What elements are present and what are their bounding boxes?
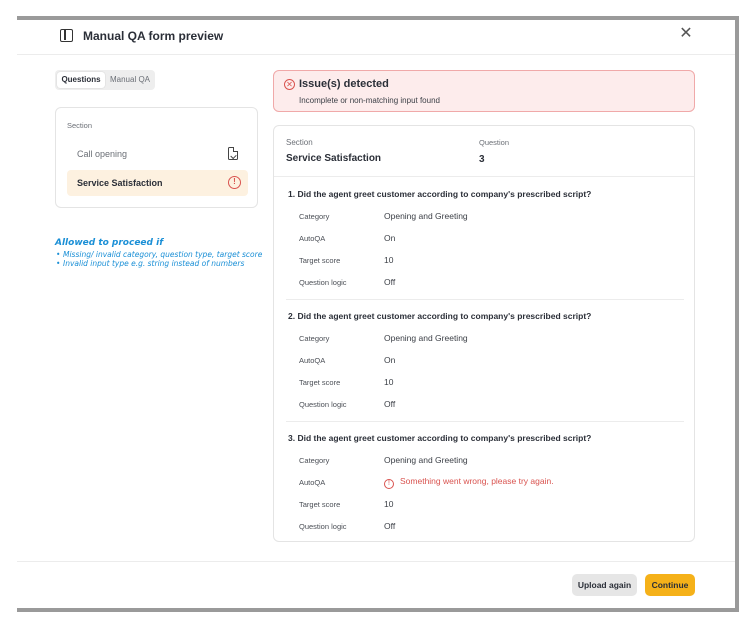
footer-divider <box>17 561 735 562</box>
sidebar-toggle-icon[interactable] <box>60 29 73 42</box>
field-value-autoqa: On <box>384 355 396 365</box>
section-item-service-satisfaction[interactable]: Service Satisfaction ! <box>67 170 248 196</box>
section-list: Section Call opening Service Satisfactio… <box>55 107 258 208</box>
field-label-question-logic: Question logic <box>299 522 347 531</box>
question-divider <box>286 299 684 300</box>
header-divider <box>17 54 735 55</box>
field-label-autoqa: AutoQA <box>299 478 326 487</box>
field-label-category: Category <box>299 456 330 465</box>
question-title: 1. Did the agent greet customer accordin… <box>288 189 592 199</box>
summary-question-label: Question <box>479 138 510 147</box>
error-icon: ! <box>384 479 394 489</box>
section-item-call-opening[interactable]: Call opening <box>67 141 248 167</box>
annotation-note: Allowed to proceed if Missing/ invalid c… <box>55 238 265 268</box>
alert-title: Issue(s) detected <box>299 78 389 90</box>
section-list-label: Section <box>67 121 93 130</box>
field-value-target-score: 10 <box>384 255 394 265</box>
field-value-autoqa: On <box>384 233 396 243</box>
field-value-question-logic: Off <box>384 399 396 409</box>
summary-section-label: Section <box>286 138 313 147</box>
qa-preview-modal: Manual QA form preview ✕ Questions Manua… <box>17 20 735 608</box>
continue-button[interactable]: Continue <box>645 574 695 596</box>
field-value-question-logic: Off <box>384 277 396 287</box>
summary-divider <box>274 176 694 177</box>
tab-manual-qa[interactable]: Manual QA <box>107 72 153 88</box>
upload-again-button[interactable]: Upload again <box>572 574 637 596</box>
field-value-category: Opening and Greeting <box>384 333 468 343</box>
field-label-autoqa: AutoQA <box>299 234 326 243</box>
field-value-autoqa-error: ! Something went wrong, please try again. <box>384 476 554 489</box>
issue-alert: ✕ Issue(s) detected Incomplete or non-ma… <box>273 70 695 112</box>
field-label-category: Category <box>299 212 330 221</box>
field-label-category: Category <box>299 334 330 343</box>
section-item-label: Call opening <box>77 149 128 159</box>
question-title: 3. Did the agent greet customer accordin… <box>288 433 592 443</box>
field-label-target-score: Target score <box>299 378 341 387</box>
tab-questions[interactable]: Questions <box>57 72 105 88</box>
alert-message: Incomplete or non-matching input found <box>299 96 440 105</box>
modal-title: Manual QA form preview <box>83 29 224 43</box>
field-label-target-score: Target score <box>299 256 341 265</box>
question-title: 2. Did the agent greet customer accordin… <box>288 311 592 321</box>
annotation-heading: Allowed to proceed if <box>55 238 164 248</box>
section-item-label: Service Satisfaction <box>77 178 163 188</box>
close-icon[interactable]: ✕ <box>678 26 694 42</box>
annotation-bullet: Invalid input type e.g. string instead o… <box>55 259 265 268</box>
document-check-icon <box>228 147 238 160</box>
field-value-question-logic: Off <box>384 521 396 531</box>
question-preview-card: Section Service Satisfaction Question 3 … <box>273 125 695 542</box>
field-value-target-score: 10 <box>384 377 394 387</box>
modal-header: Manual QA form preview ✕ <box>17 20 735 54</box>
view-tabs: Questions Manual QA <box>55 70 155 90</box>
question-divider <box>286 421 684 422</box>
field-value-target-score: 10 <box>384 499 394 509</box>
frame-border-bottom <box>17 608 739 612</box>
field-value-category: Opening and Greeting <box>384 211 468 221</box>
frame-border-right <box>735 16 739 612</box>
field-label-autoqa: AutoQA <box>299 356 326 365</box>
autoqa-error-message: Something went wrong, please try again. <box>400 476 554 486</box>
field-label-target-score: Target score <box>299 500 341 509</box>
field-value-category: Opening and Greeting <box>384 455 468 465</box>
summary-section-value: Service Satisfaction <box>286 153 382 164</box>
field-label-question-logic: Question logic <box>299 278 347 287</box>
field-label-question-logic: Question logic <box>299 400 347 409</box>
warning-icon: ! <box>228 176 241 189</box>
annotation-bullet: Missing/ invalid category, question type… <box>55 250 265 259</box>
error-circle-icon: ✕ <box>284 79 295 90</box>
summary-question-value: 3 <box>479 154 485 165</box>
